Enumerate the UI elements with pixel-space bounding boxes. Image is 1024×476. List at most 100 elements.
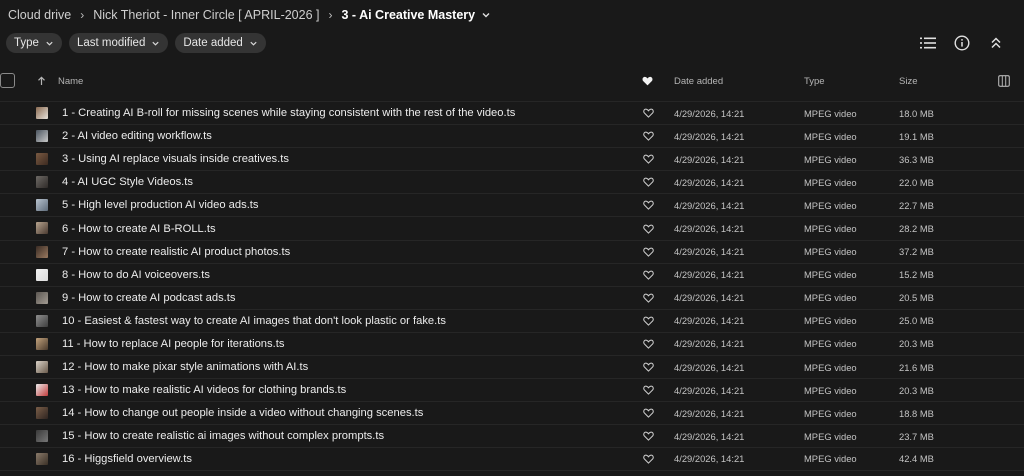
- heart-icon[interactable]: [643, 264, 654, 286]
- column-header-name[interactable]: Name: [58, 70, 83, 92]
- file-row[interactable]: 13 - How to make realistic AI videos for…: [0, 378, 1024, 401]
- heart-icon[interactable]: [643, 425, 654, 447]
- file-row[interactable]: 15 - How to create realistic ai images w…: [0, 424, 1024, 447]
- file-row[interactable]: 14 - How to change out people inside a v…: [0, 401, 1024, 424]
- file-row[interactable]: 16 - Higgsfield overview.ts 4/29/2026, 14…: [0, 447, 1024, 471]
- file-date-added: 4/29/2026, 14:21: [674, 153, 745, 165]
- file-name[interactable]: 7 - How to create realistic AI product p…: [62, 241, 290, 263]
- file-name[interactable]: 13 - How to make realistic AI videos for…: [62, 379, 346, 401]
- file-date-added: 4/29/2026, 14:21: [674, 130, 745, 142]
- video-thumbnail: [36, 176, 48, 189]
- last-modified-filter-button[interactable]: Last modified: [68, 33, 169, 53]
- file-type: MPEG video: [804, 153, 857, 165]
- heart-icon[interactable]: [643, 310, 654, 332]
- file-type: MPEG video: [804, 384, 857, 396]
- filter-bar: Type Last modified Date added: [6, 33, 266, 53]
- column-header-type[interactable]: Type: [804, 70, 825, 92]
- heart-icon[interactable]: [643, 148, 654, 170]
- file-row[interactable]: 3 - Using AI replace visuals inside crea…: [0, 147, 1024, 170]
- file-name[interactable]: 4 - AI UGC Style Videos.ts: [62, 171, 193, 193]
- date-added-filter-button[interactable]: Date added: [175, 33, 266, 53]
- file-type: MPEG video: [804, 269, 857, 281]
- file-row[interactable]: 1 - Creating AI B-roll for missing scene…: [0, 101, 1024, 124]
- file-date-added: 4/29/2026, 14:21: [674, 223, 745, 235]
- select-all-checkbox[interactable]: [0, 73, 15, 88]
- file-name[interactable]: 2 - AI video editing workflow.ts: [62, 125, 212, 147]
- type-filter-button[interactable]: Type: [6, 33, 62, 53]
- column-header-size[interactable]: Size: [899, 70, 917, 92]
- file-name[interactable]: 5 - High level production AI video ads.t…: [62, 194, 259, 216]
- file-row[interactable]: 2 - AI video editing workflow.ts 4/29/202…: [0, 124, 1024, 147]
- file-size: 22.7 MB: [899, 199, 934, 211]
- file-name[interactable]: 10 - Easiest & fastest way to create AI …: [62, 310, 446, 332]
- file-size: 20.5 MB: [899, 292, 934, 304]
- heart-icon[interactable]: [643, 241, 654, 263]
- file-size: 18.8 MB: [899, 407, 934, 419]
- file-date-added: 4/29/2026, 14:21: [674, 107, 745, 119]
- file-row[interactable]: 12 - How to make pixar style animations …: [0, 355, 1024, 378]
- video-thumbnail: [36, 107, 48, 119]
- heart-icon[interactable]: [643, 379, 654, 401]
- breadcrumb-parent-folder[interactable]: Nick Theriot - Inner Circle [ APRIL-2026…: [93, 8, 319, 22]
- list-view-icon[interactable]: [918, 33, 938, 53]
- file-name[interactable]: 1 - Creating AI B-roll for missing scene…: [62, 102, 515, 124]
- file-size: 22.0 MB: [899, 176, 934, 188]
- heart-icon[interactable]: [643, 217, 654, 239]
- heart-icon[interactable]: [643, 171, 654, 193]
- chevron-down-icon[interactable]: [481, 10, 491, 20]
- file-name[interactable]: 6 - How to create AI B-ROLL.ts: [62, 217, 216, 239]
- heart-icon[interactable]: [643, 287, 654, 309]
- heart-icon[interactable]: [643, 102, 654, 124]
- heart-icon[interactable]: [643, 402, 654, 424]
- file-row[interactable]: 5 - High level production AI video ads.t…: [0, 193, 1024, 216]
- breadcrumb-current-folder[interactable]: 3 - Ai Creative Mastery: [341, 8, 475, 22]
- file-type: MPEG video: [804, 453, 857, 465]
- info-icon[interactable]: [952, 33, 972, 53]
- file-name[interactable]: 3 - Using AI replace visuals inside crea…: [62, 148, 289, 170]
- heart-icon[interactable]: [642, 70, 653, 92]
- breadcrumb: Cloud drive › Nick Theriot - Inner Circl…: [8, 7, 491, 23]
- video-thumbnail: [36, 222, 48, 235]
- file-row[interactable]: 6 - How to create AI B-ROLL.ts 4/29/2026,…: [0, 216, 1024, 239]
- heart-icon[interactable]: [643, 125, 654, 147]
- file-name[interactable]: 16 - Higgsfield overview.ts: [62, 448, 192, 469]
- table-header: Name Date added Type Size: [0, 70, 1024, 92]
- heart-icon[interactable]: [643, 194, 654, 216]
- file-date-added: 4/29/2026, 14:21: [674, 430, 745, 442]
- chevron-down-icon: [250, 41, 257, 46]
- file-name[interactable]: 12 - How to make pixar style animations …: [62, 356, 308, 378]
- file-row[interactable]: 7 - How to create realistic AI product p…: [0, 239, 1024, 263]
- video-thumbnail: [36, 361, 48, 374]
- heart-icon[interactable]: [643, 448, 654, 469]
- column-settings-icon[interactable]: [998, 70, 1010, 92]
- file-row[interactable]: 4 - AI UGC Style Videos.ts 4/29/2026, 14:…: [0, 170, 1024, 193]
- file-name[interactable]: 11 - How to replace AI people for iterat…: [62, 333, 284, 355]
- file-date-added: 4/29/2026, 14:21: [674, 361, 745, 373]
- last-modified-filter-label: Last modified: [76, 37, 146, 49]
- breadcrumb-cloud-drive[interactable]: Cloud drive: [8, 8, 71, 22]
- file-name[interactable]: 14 - How to change out people inside a v…: [62, 402, 423, 424]
- file-type: MPEG video: [804, 246, 857, 258]
- sort-up-arrow-icon[interactable]: [37, 70, 46, 92]
- collapse-icon[interactable]: [986, 33, 1006, 53]
- file-date-added: 4/29/2026, 14:21: [674, 453, 745, 465]
- file-row[interactable]: 8 - How to do AI voiceovers.ts 4/29/2026,…: [0, 262, 1024, 286]
- type-filter-label: Type: [14, 37, 39, 49]
- column-header-date-added[interactable]: Date added: [674, 70, 723, 92]
- file-size: 37.2 MB: [899, 246, 934, 258]
- file-name[interactable]: 15 - How to create realistic ai images w…: [62, 425, 384, 447]
- file-name[interactable]: 9 - How to create AI podcast ads.ts: [62, 287, 236, 309]
- heart-icon[interactable]: [643, 333, 654, 355]
- file-row[interactable]: 11 - How to replace AI people for iterat…: [0, 331, 1024, 355]
- file-size: 18.0 MB: [899, 107, 934, 119]
- file-date-added: 4/29/2026, 14:21: [674, 338, 745, 350]
- heart-icon[interactable]: [643, 356, 654, 378]
- file-type: MPEG video: [804, 338, 857, 350]
- file-name[interactable]: 8 - How to do AI voiceovers.ts: [62, 264, 210, 286]
- breadcrumb-separator: ›: [80, 8, 85, 22]
- breadcrumb-separator: ›: [328, 8, 333, 22]
- video-thumbnail: [36, 268, 48, 281]
- file-size: 42.4 MB: [899, 453, 934, 465]
- file-row[interactable]: 10 - Easiest & fastest way to create AI …: [0, 308, 1024, 332]
- file-row[interactable]: 9 - How to create AI podcast ads.ts 4/29/…: [0, 285, 1024, 309]
